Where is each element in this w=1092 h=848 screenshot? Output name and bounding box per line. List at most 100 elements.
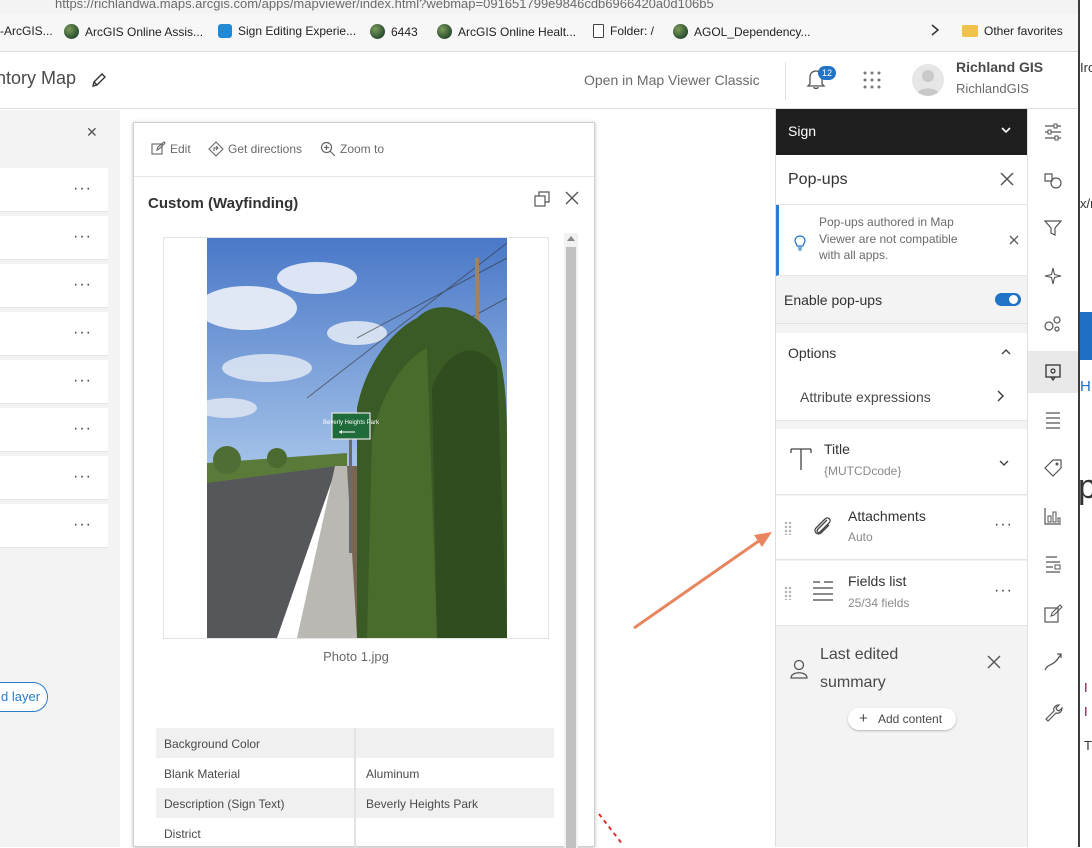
enable-popups-row: Enable pop-ups [776, 277, 1028, 324]
layer-row[interactable]: ··· [0, 408, 108, 452]
popup-element-fields-list[interactable]: Fields list 25/34 fields ··· [776, 561, 1028, 626]
chevron-right-icon[interactable] [930, 24, 940, 36]
chevron-down-icon[interactable] [998, 457, 1010, 469]
open-classic-link[interactable]: Open in Map Viewer Classic [584, 72, 760, 88]
layer-row[interactable]: ··· [0, 216, 108, 260]
field-value: Aluminum [366, 767, 420, 781]
clustering-tool[interactable] [1040, 311, 1066, 337]
app-header: ntory Map Open in Map Viewer Classic 12 … [0, 52, 1078, 109]
options-title[interactable]: Options [788, 345, 836, 361]
bookmark-item[interactable]: -ArcGIS... [0, 24, 53, 38]
drag-handle-icon[interactable] [784, 521, 792, 535]
get-directions-button[interactable]: Get directions [208, 141, 302, 157]
bookmark-item[interactable]: ArcGIS Online Healt... [437, 24, 576, 39]
url-text[interactable]: https://richlandwa.maps.arcgis.com/apps/… [55, 0, 714, 11]
layer-menu-button[interactable]: ··· [73, 372, 92, 390]
layer-menu-button[interactable]: ··· [73, 516, 92, 534]
divider [785, 62, 786, 100]
notice-text: Pop-ups authored in Map Viewer are not c… [819, 215, 958, 262]
popup-config-panel: Sign Pop-ups Pop-ups authored in Map Vie… [775, 109, 1028, 847]
field-name: Blank Material [164, 767, 241, 781]
layers-panel: ✕ ··· ··· ··· ··· ··· ··· ··· ··· d laye… [0, 110, 120, 847]
element-title: Attachments [848, 508, 926, 524]
element-menu-button[interactable]: ··· [994, 582, 1013, 600]
avatar[interactable] [912, 64, 944, 96]
charts-tool[interactable] [1040, 503, 1066, 529]
field-list-icon [1046, 412, 1060, 429]
bookmark-item[interactable]: 6443 [370, 24, 418, 39]
enable-popups-toggle[interactable] [995, 293, 1021, 306]
edit-icon [151, 141, 166, 155]
filter-icon [1043, 220, 1063, 236]
app-launcher-icon[interactable] [862, 70, 882, 95]
close-icon[interactable] [1009, 235, 1019, 245]
layer-menu-button[interactable]: ··· [73, 180, 92, 198]
attachment-photo[interactable]: Beverly Heights Park [207, 238, 507, 638]
edit-tool[interactable] [1040, 601, 1066, 627]
forms-tool[interactable] [1040, 551, 1066, 577]
properties-tool[interactable] [1040, 119, 1066, 145]
photo-caption[interactable]: Photo 1.jpg [134, 649, 578, 664]
sketch-tool[interactable] [1040, 649, 1066, 675]
filter-tool[interactable] [1040, 215, 1066, 241]
labels-tool[interactable] [1040, 455, 1066, 481]
layer-row[interactable]: ··· [0, 360, 108, 404]
close-icon[interactable] [1000, 172, 1014, 186]
attribute-expressions-item[interactable]: Attribute expressions [800, 389, 931, 405]
layer-row[interactable]: ··· [0, 264, 108, 308]
effects-tool[interactable] [1040, 263, 1066, 289]
layer-menu-button[interactable]: ··· [73, 420, 92, 438]
tools-tool[interactable] [1040, 699, 1066, 725]
tag-icon [1044, 459, 1062, 477]
layer-menu-button[interactable]: ··· [73, 228, 92, 246]
layer-menu-button[interactable]: ··· [73, 468, 92, 486]
close-icon[interactable] [565, 191, 579, 210]
user-name[interactable]: Richland GIS [956, 59, 1043, 75]
popup-window: Edit Get directions Zoom to Custom (Wayf… [133, 122, 595, 848]
drag-handle-icon[interactable] [784, 586, 792, 600]
bookmark-item[interactable]: ArcGIS Online Assis... [64, 24, 203, 39]
layer-menu-button[interactable]: ··· [73, 324, 92, 342]
zoom-to-button[interactable]: Zoom to [320, 141, 384, 157]
layer-row[interactable]: ··· [0, 168, 108, 212]
bookmark-item[interactable]: Sign Editing Experie... [218, 24, 356, 38]
background-block [1080, 312, 1092, 360]
edit-button[interactable]: Edit [151, 141, 191, 156]
background-text: T [1084, 738, 1092, 753]
add-layer-button[interactable]: d layer [0, 682, 48, 712]
close-icon[interactable]: ✕ [86, 124, 98, 141]
layer-row[interactable]: ··· [0, 456, 108, 500]
url-bar[interactable]: https://richlandwa.maps.arcgis.com/apps/… [0, 0, 1078, 14]
popup-element-title[interactable]: Title {MUTCDcode} [776, 429, 1028, 495]
scroll-thumb[interactable] [566, 247, 576, 848]
popup-scrollbar[interactable] [564, 233, 578, 848]
popup-title: Custom (Wayfinding) [148, 195, 299, 212]
table-row: Background Color [156, 728, 554, 758]
sliders-icon [1045, 123, 1061, 141]
layer-row[interactable]: ··· [0, 504, 108, 548]
element-menu-button[interactable]: ··· [994, 516, 1013, 534]
scroll-up-icon[interactable] [567, 235, 575, 241]
bookmark-item[interactable]: AGOL_Dependency... [673, 24, 811, 39]
layer-menu-button[interactable]: ··· [73, 276, 92, 294]
fields-tool[interactable] [1040, 407, 1066, 433]
other-favorites[interactable]: Other favorites [962, 24, 1063, 38]
popup-element-attachments[interactable]: Attachments Auto ··· [776, 496, 1028, 560]
chevron-up-icon[interactable] [1000, 346, 1012, 358]
bookmark-item[interactable]: Folder: / [593, 24, 654, 38]
styles-tool[interactable] [1040, 167, 1066, 193]
layer-selector[interactable]: Sign [776, 109, 1028, 155]
chevron-right-icon[interactable] [994, 389, 1006, 403]
panel-title: Pop-ups [788, 171, 848, 188]
layer-row[interactable]: ··· [0, 312, 108, 356]
popups-tool[interactable] [1028, 351, 1078, 393]
chevron-down-icon [1001, 127, 1011, 134]
divider [354, 758, 356, 788]
element-title: Fields list [848, 573, 907, 589]
user-handle[interactable]: RichlandGIS [956, 81, 1029, 96]
dock-icon[interactable] [534, 191, 550, 212]
pencil-icon[interactable] [91, 72, 107, 93]
background-text: H [1080, 378, 1091, 395]
close-icon[interactable] [987, 655, 1001, 669]
add-content-button[interactable]: + Add content [848, 708, 956, 730]
